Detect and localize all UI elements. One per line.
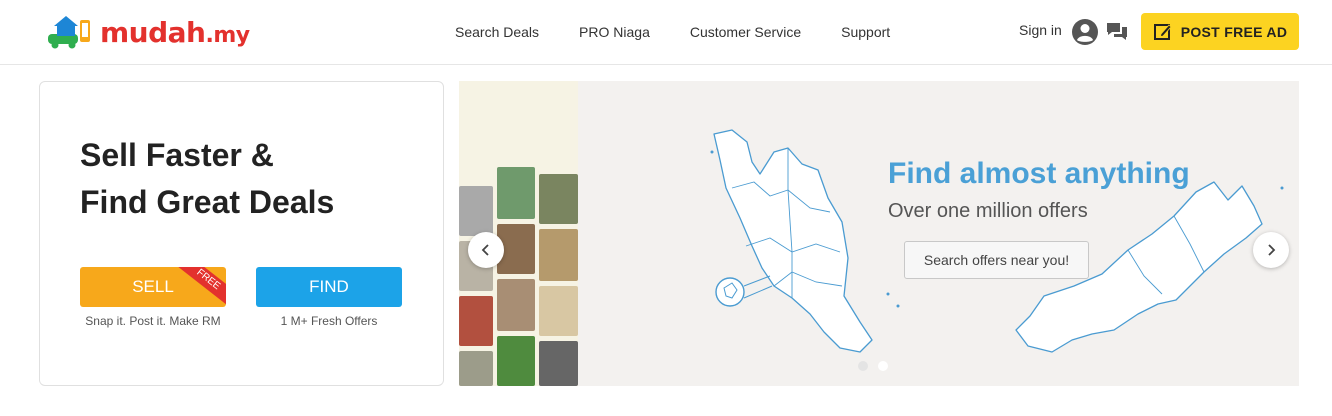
sell-button[interactable]: SELL FREE bbox=[80, 267, 226, 307]
logo-icon bbox=[48, 16, 90, 49]
logo-tld: .my bbox=[205, 22, 250, 48]
find-button-label: FIND bbox=[309, 277, 349, 296]
sell-button-label: SELL bbox=[132, 277, 174, 296]
nav-search-deals[interactable]: Search Deals bbox=[455, 24, 539, 40]
sell-caption: Snap it. Post it. Make RM bbox=[85, 314, 221, 328]
banner-title: Find almost anything bbox=[888, 157, 1190, 190]
main-nav: Search Deals PRO Niaga Customer Service … bbox=[455, 24, 890, 40]
sign-in-link[interactable]: Sign in bbox=[1019, 22, 1062, 38]
hero-carousel: Find almost anything Over one million of… bbox=[459, 81, 1299, 386]
carousel-prev-button[interactable] bbox=[468, 232, 504, 268]
banner-subtitle: Over one million offers bbox=[888, 200, 1088, 222]
find-caption: 1 M+ Fresh Offers bbox=[280, 314, 378, 328]
chat-bubbles-icon[interactable] bbox=[1105, 21, 1129, 43]
mudah-logo[interactable]: mudah.my bbox=[46, 12, 250, 52]
free-ribbon: FREE bbox=[171, 267, 226, 307]
site-header: mudah.my Search Deals PRO Niaga Customer… bbox=[0, 0, 1332, 65]
chevron-left-icon bbox=[481, 244, 489, 256]
promo-headline-line2: Find Great Deals bbox=[80, 184, 335, 220]
find-button[interactable]: FIND bbox=[256, 267, 402, 307]
carousel-next-button[interactable] bbox=[1253, 232, 1289, 268]
logo-wordmark: mudah bbox=[100, 15, 206, 49]
promo-headline: Sell Faster & Find Great Deals bbox=[80, 132, 334, 226]
post-free-ad-button[interactable]: POST FREE AD bbox=[1141, 13, 1299, 50]
nav-support[interactable]: Support bbox=[841, 24, 890, 40]
carousel-dot-1[interactable] bbox=[858, 361, 868, 371]
search-offers-near-you-button[interactable]: Search offers near you! bbox=[904, 241, 1089, 279]
promo-headline-line1: Sell Faster & bbox=[80, 137, 274, 173]
nav-customer-service[interactable]: Customer Service bbox=[690, 24, 801, 40]
post-free-ad-label: POST FREE AD bbox=[1180, 23, 1288, 40]
nav-pro-niaga[interactable]: PRO Niaga bbox=[579, 24, 650, 40]
carousel-dot-2[interactable] bbox=[878, 361, 888, 371]
carousel-dots bbox=[858, 361, 888, 371]
user-circle-icon[interactable] bbox=[1071, 18, 1099, 46]
chevron-right-icon bbox=[1268, 244, 1276, 256]
promo-card: Sell Faster & Find Great Deals SELL FREE… bbox=[39, 81, 444, 386]
edit-icon bbox=[1153, 23, 1172, 40]
